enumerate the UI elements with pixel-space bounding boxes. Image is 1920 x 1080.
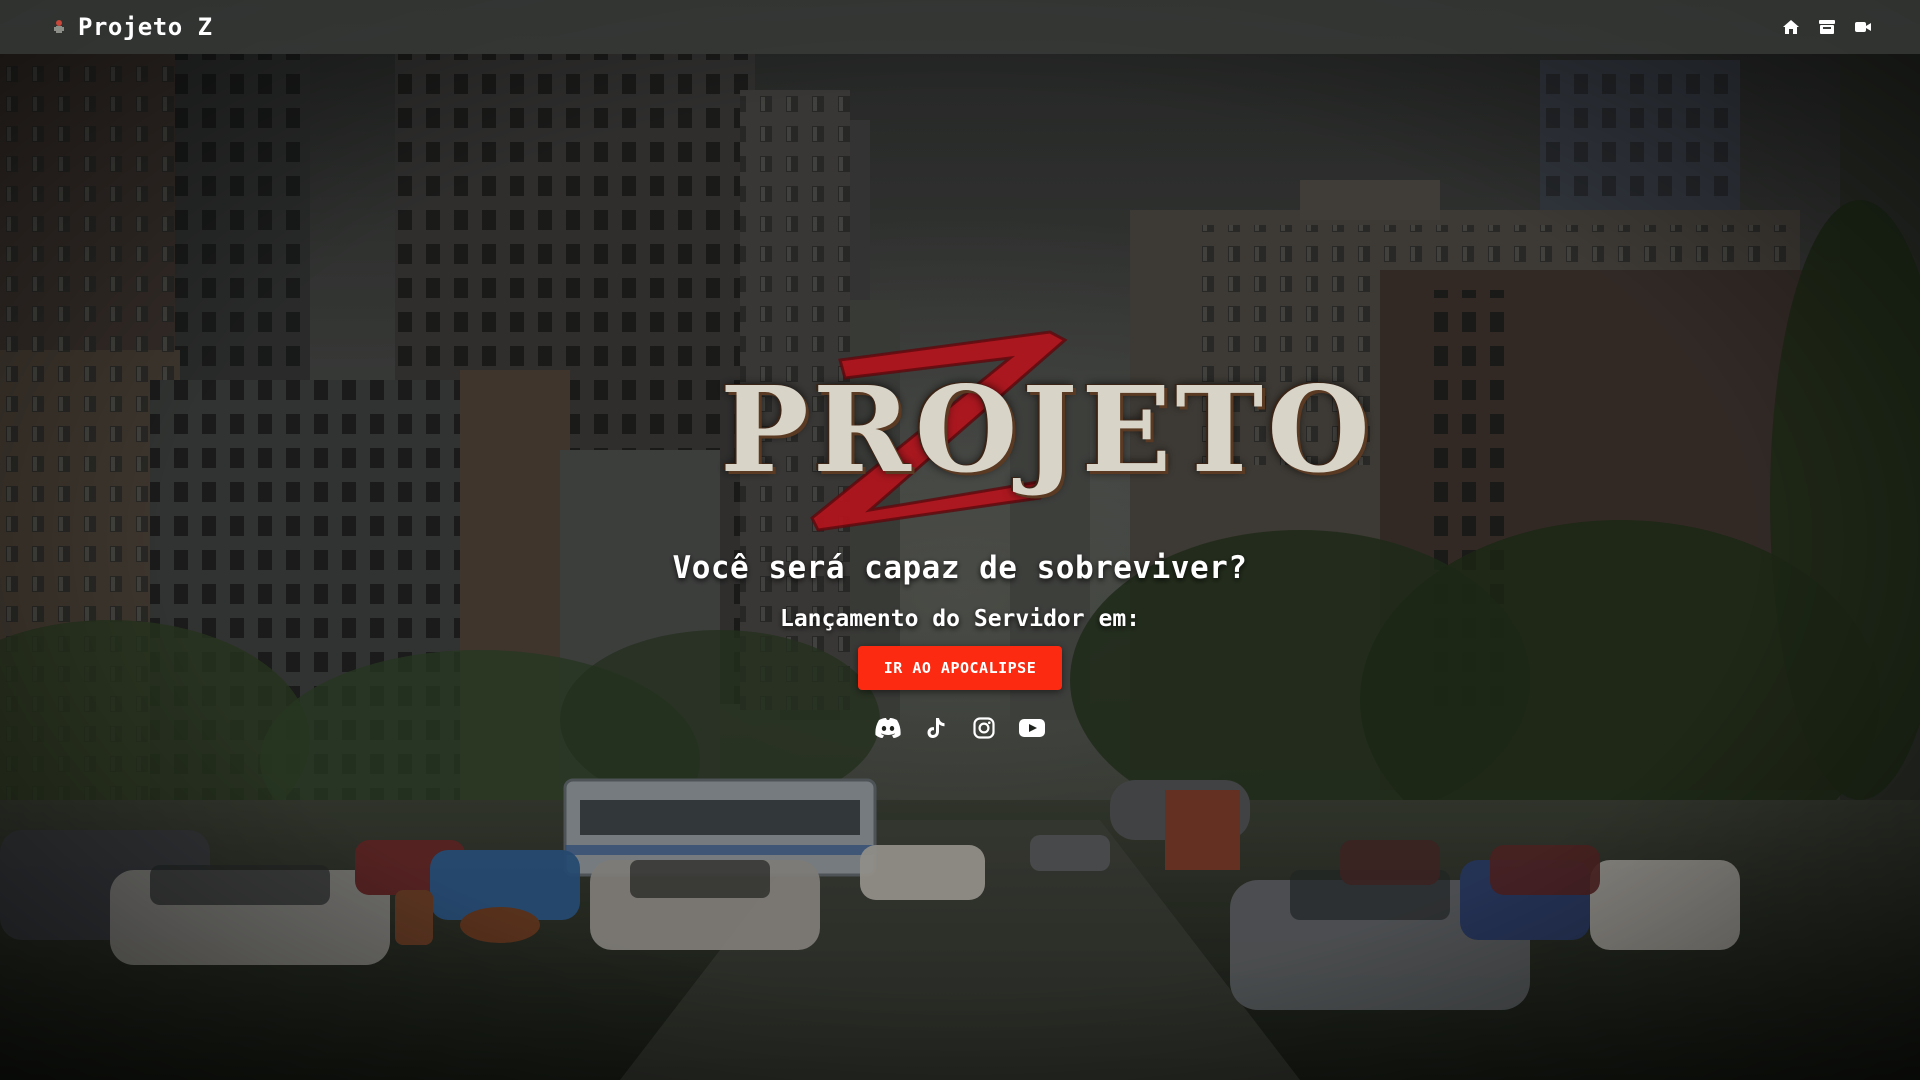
brand-name: Projeto Z	[78, 13, 213, 41]
top-navbar: Projeto Z	[0, 0, 1920, 54]
brand-link[interactable]: Projeto Z	[52, 13, 213, 41]
launch-text: Lançamento do Servidor em:	[779, 606, 1141, 632]
projeto-z-logo: PROJETO	[720, 320, 1374, 550]
tagline: Você será capaz de sobreviver?	[672, 550, 1248, 586]
hero-section: PROJETO Você será capaz de sobreviver? L…	[0, 320, 1920, 740]
video-icon[interactable]	[1854, 18, 1872, 36]
zombie-icon	[52, 18, 66, 36]
tiktok-icon[interactable]	[922, 716, 950, 740]
youtube-icon[interactable]	[1018, 716, 1046, 740]
logo-text: PROJETO	[720, 360, 1374, 499]
discord-icon[interactable]	[874, 716, 902, 740]
social-links	[874, 716, 1046, 740]
enter-apocalypse-button[interactable]: IR AO APOCALIPSE	[858, 646, 1062, 690]
home-icon[interactable]	[1782, 18, 1800, 36]
store-icon[interactable]	[1818, 18, 1836, 36]
instagram-icon[interactable]	[970, 716, 998, 740]
nav-icons	[1782, 18, 1872, 36]
